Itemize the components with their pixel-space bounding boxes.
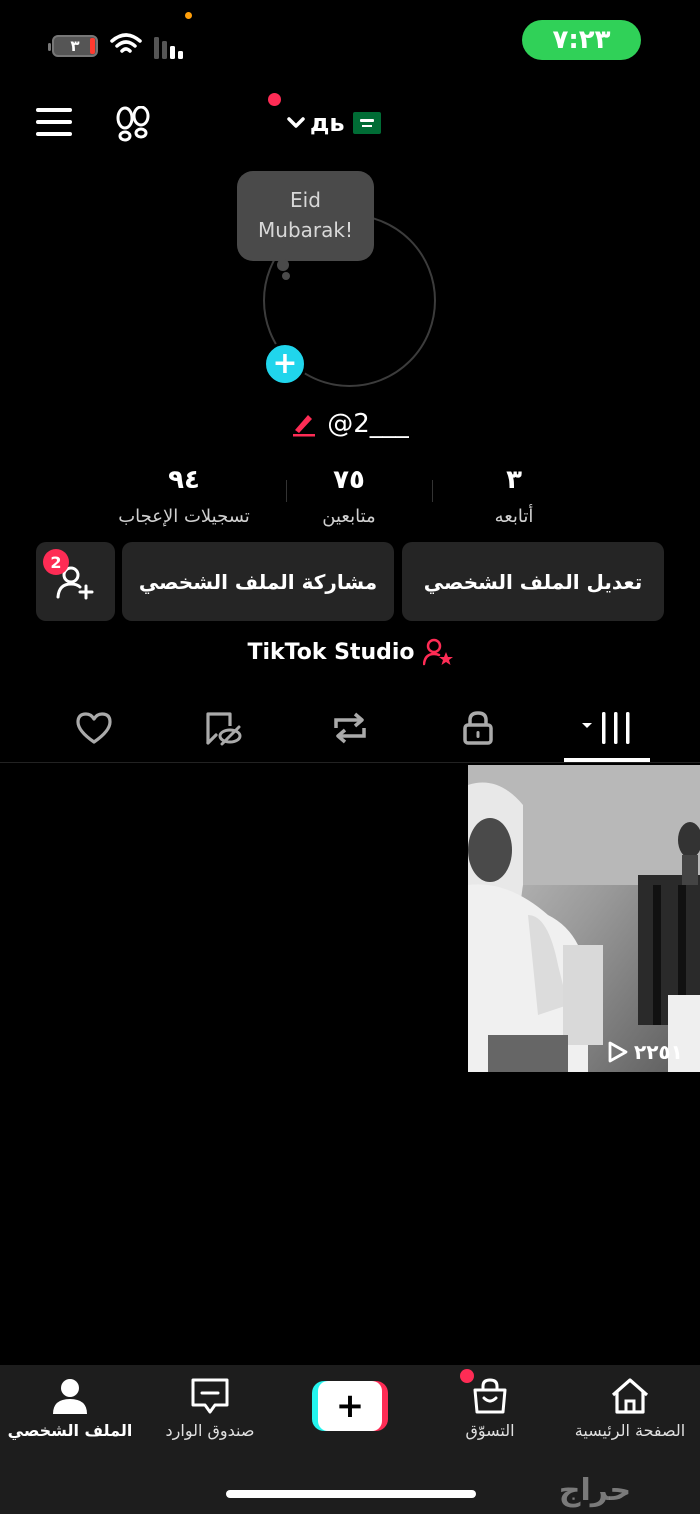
haraj-watermark: حراج xyxy=(559,1473,631,1508)
tab-private[interactable] xyxy=(440,700,516,756)
nav-inbox-label: صندوق الوارد xyxy=(165,1421,255,1440)
grid-icon xyxy=(582,712,630,744)
edit-pencil-icon[interactable] xyxy=(291,411,319,437)
username-label: дь xyxy=(310,109,345,137)
view-count-text: ٢٢٥١ xyxy=(634,1040,683,1064)
nav-home-label: الصفحة الرئيسية xyxy=(574,1421,686,1440)
stat-following[interactable]: ٣ أتابعه xyxy=(424,460,604,527)
nav-shop-label: التسوّق xyxy=(465,1421,515,1440)
play-icon xyxy=(608,1041,628,1063)
signal-icon xyxy=(154,37,183,59)
inbox-icon xyxy=(191,1378,229,1414)
create-button[interactable]: + xyxy=(312,1381,388,1431)
repost-icon xyxy=(334,712,366,744)
likes-label: تسجيلات الإعجاب xyxy=(118,506,250,527)
video-thumbnail[interactable] xyxy=(468,765,700,1072)
svg-text:حراج: حراج xyxy=(559,1473,631,1508)
nav-profile[interactable]: الملف الشخصي xyxy=(0,1377,140,1440)
chevron-down-icon xyxy=(287,117,305,128)
nav-profile-label: الملف الشخصي xyxy=(7,1421,133,1440)
edit-profile-button[interactable]: تعديل الملف الشخصي xyxy=(402,542,664,621)
notification-dot xyxy=(268,93,281,106)
wifi-icon xyxy=(110,33,142,53)
bubble-line-1: Eid xyxy=(290,188,321,212)
nav-inbox[interactable]: صندوق الوارد xyxy=(140,1377,280,1440)
divider xyxy=(0,762,700,763)
footprints-icon[interactable] xyxy=(114,106,152,144)
handle-row: @2___ xyxy=(0,404,700,444)
battery-indicator: ٣ xyxy=(48,35,98,57)
privacy-indicator-dot xyxy=(185,12,192,19)
view-count: ٢٢٥١ xyxy=(606,1040,683,1064)
tab-reposts[interactable] xyxy=(312,700,388,756)
nav-home[interactable]: الصفحة الرئيسية xyxy=(560,1377,700,1440)
followers-label: متابعين xyxy=(322,506,376,527)
following-count: ٣ xyxy=(506,465,522,495)
stat-likes[interactable]: ٩٤ تسجيلات الإعجاب xyxy=(94,460,274,527)
bubble-tail xyxy=(277,259,289,271)
tab-videos[interactable] xyxy=(564,700,650,756)
friend-requests-badge: 2 xyxy=(43,549,69,575)
bubble-tail-small xyxy=(282,272,290,280)
nav-shop[interactable]: التسوّق xyxy=(420,1377,560,1440)
status-time: ٧:٢٣ xyxy=(522,20,641,60)
creator-star-icon xyxy=(422,638,453,666)
profile-icon xyxy=(53,1379,87,1414)
share-profile-button[interactable]: مشاركة الملف الشخصي xyxy=(122,542,394,621)
bookmark-hidden-icon xyxy=(206,712,242,746)
battery-level xyxy=(90,38,95,54)
tiktok-studio-link[interactable]: TikTok Studio xyxy=(0,633,700,671)
shopping-bag-icon xyxy=(473,1378,507,1414)
lock-icon xyxy=(463,711,493,745)
bubble-line-2: Mubarak! xyxy=(258,218,353,242)
studio-label: TikTok Studio xyxy=(247,639,415,665)
account-switcher[interactable]: дь xyxy=(286,106,381,140)
plus-icon: + xyxy=(318,1381,382,1431)
tab-favorites[interactable] xyxy=(186,700,262,756)
following-label: أتابعه xyxy=(494,506,534,527)
video-frame-image xyxy=(468,765,700,1072)
menu-icon[interactable] xyxy=(36,108,72,138)
battery-text: ٣ xyxy=(70,37,80,55)
heart-icon xyxy=(76,712,112,744)
tab-liked[interactable] xyxy=(56,700,132,756)
saudi-flag-icon xyxy=(352,112,381,134)
home-icon xyxy=(611,1378,649,1414)
status-bubble[interactable]: Eid Mubarak! xyxy=(237,171,374,261)
profile-handle: @2___ xyxy=(327,409,409,439)
add-photo-button[interactable]: + xyxy=(263,342,307,386)
likes-count: ٩٤ xyxy=(168,465,200,495)
stat-divider xyxy=(286,480,287,502)
home-indicator[interactable] xyxy=(226,1490,476,1498)
